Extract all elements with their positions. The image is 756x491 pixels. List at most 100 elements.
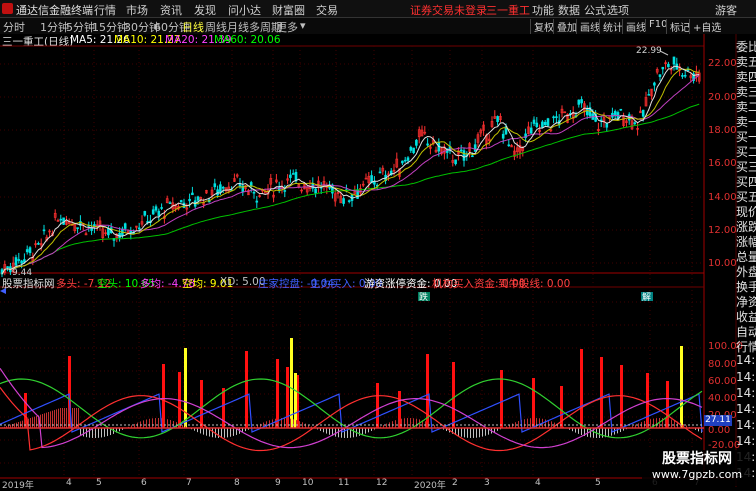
candle-body bbox=[284, 190, 286, 191]
ind-y-tick: 60.00 bbox=[708, 376, 737, 387]
indicator-histogram bbox=[485, 428, 486, 436]
candle-body bbox=[474, 145, 476, 152]
indicator-histogram bbox=[515, 422, 516, 428]
indicator-histogram bbox=[206, 428, 207, 436]
y-tick: 18.00 bbox=[708, 125, 737, 136]
indicator-histogram bbox=[46, 413, 47, 428]
indicator-histogram bbox=[218, 428, 219, 438]
indicator-bar bbox=[376, 383, 379, 428]
right-panel-item: 14:56 bbox=[736, 370, 756, 384]
indicator-histogram bbox=[287, 418, 288, 428]
candle-body bbox=[407, 158, 409, 161]
indicator-histogram bbox=[275, 419, 276, 428]
indicator-histogram bbox=[34, 417, 35, 428]
indicator-legend: 股票指标网 多头: -7.12 空头: 10.65 多均: -4.78 空均: … bbox=[2, 276, 702, 288]
candle-body bbox=[684, 75, 686, 76]
candle-body bbox=[180, 200, 182, 202]
candle-body bbox=[256, 201, 258, 202]
candle-body bbox=[642, 110, 644, 116]
indicator-bar bbox=[620, 365, 623, 428]
indicator-histogram bbox=[58, 409, 59, 428]
candle-body bbox=[18, 259, 20, 260]
y-tick: 20.00 bbox=[708, 92, 737, 103]
indicator-histogram bbox=[326, 428, 327, 434]
current-value-badge: 27.11 bbox=[704, 415, 732, 426]
candle-body bbox=[214, 184, 216, 187]
indicator-histogram bbox=[200, 428, 201, 433]
indicator-histogram bbox=[608, 428, 609, 436]
indicator-histogram bbox=[404, 418, 405, 428]
candle-body bbox=[455, 160, 457, 164]
indicator-histogram bbox=[104, 428, 105, 437]
indicator-histogram bbox=[353, 428, 354, 437]
indicator-histogram bbox=[36, 416, 37, 428]
indicator-histogram bbox=[335, 428, 336, 437]
indicator-histogram bbox=[410, 418, 411, 428]
candle-body bbox=[541, 122, 543, 127]
candle-body bbox=[161, 207, 163, 208]
candle-body bbox=[21, 261, 23, 263]
watermark-title: 股票指标网 bbox=[642, 450, 752, 468]
candle-body bbox=[43, 230, 45, 231]
right-panel-item: 14:56 bbox=[736, 434, 756, 448]
right-panel-item: 14:56 bbox=[736, 418, 756, 432]
candle-body bbox=[124, 224, 126, 229]
candle-body bbox=[508, 145, 510, 146]
indicator-histogram bbox=[299, 421, 300, 428]
candle-body bbox=[463, 151, 465, 161]
candle-body bbox=[191, 193, 193, 195]
indicator-histogram bbox=[233, 428, 234, 436]
indicator-histogram bbox=[170, 420, 171, 428]
candle-body bbox=[289, 175, 291, 178]
indicator-histogram bbox=[266, 421, 267, 428]
indicator-histogram bbox=[527, 419, 528, 428]
y-tick: 12.00 bbox=[708, 225, 737, 236]
indicator-histogram bbox=[656, 418, 657, 428]
indicator-histogram bbox=[42, 414, 43, 428]
indicator-histogram bbox=[101, 428, 102, 437]
candle-body bbox=[536, 123, 538, 127]
indicator-bar bbox=[245, 351, 248, 428]
indicator-histogram bbox=[518, 421, 519, 428]
indicator-histogram bbox=[359, 428, 360, 436]
candle-body bbox=[138, 228, 140, 229]
indicator-histogram bbox=[551, 421, 552, 428]
indicator-histogram bbox=[62, 408, 63, 428]
indicator-histogram bbox=[18, 422, 19, 428]
y-tick: 10.00 bbox=[708, 258, 737, 269]
indicator-histogram bbox=[476, 428, 477, 438]
indicator-bar bbox=[200, 380, 203, 428]
indicator-histogram bbox=[302, 422, 303, 428]
chart-canvas[interactable] bbox=[0, 0, 756, 487]
indicator-histogram bbox=[164, 419, 165, 428]
indicator-histogram bbox=[581, 428, 582, 435]
indicator-histogram bbox=[647, 420, 648, 428]
indicator-histogram bbox=[158, 418, 159, 428]
candle-body bbox=[60, 219, 62, 220]
indicator-histogram bbox=[98, 428, 99, 438]
candle-body bbox=[15, 258, 17, 266]
candle-body bbox=[144, 211, 146, 215]
candle-body bbox=[379, 172, 381, 173]
candle-body bbox=[634, 123, 636, 124]
candle-body bbox=[331, 185, 333, 193]
indicator-histogram bbox=[545, 419, 546, 428]
indicator-histogram bbox=[548, 420, 549, 428]
indicator-histogram bbox=[48, 412, 49, 428]
indicator-bar-yellow bbox=[680, 346, 683, 428]
indicator-histogram bbox=[149, 419, 150, 428]
candle-body bbox=[26, 250, 28, 252]
candle-body bbox=[578, 100, 580, 104]
indicator-histogram bbox=[107, 428, 108, 436]
date-tick: 2019年 bbox=[2, 478, 34, 491]
indicator-histogram bbox=[22, 421, 23, 428]
indicator-bar-yellow bbox=[184, 348, 187, 428]
candle-body bbox=[673, 57, 675, 64]
indicator-histogram bbox=[152, 418, 153, 428]
indicator-histogram bbox=[66, 408, 67, 428]
indicator-histogram bbox=[461, 428, 462, 437]
candle-body bbox=[197, 197, 199, 201]
candle-body bbox=[189, 199, 191, 201]
indicator-histogram bbox=[146, 419, 147, 428]
candle-body bbox=[343, 199, 345, 204]
